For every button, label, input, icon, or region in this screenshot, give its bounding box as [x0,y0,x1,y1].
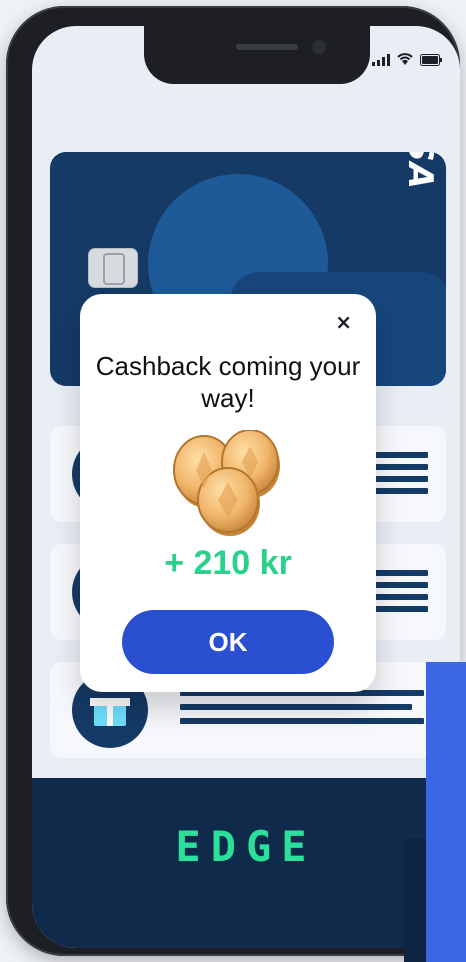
status-bar [372,52,442,66]
text-line [180,704,412,710]
background-accent [426,662,466,962]
cashback-amount: + 210 kr [164,544,292,582]
front-camera [312,40,326,54]
card-chip-icon [88,248,138,288]
app-footer: EDGE [32,778,460,948]
background-shadow [404,838,426,962]
list-item-text-lines [368,452,428,500]
list-item-text-lines [368,570,428,618]
cashback-modal: × Cashback coming your way! + 210 kr OK [80,294,376,692]
coins-icon [173,430,280,536]
notch [144,26,370,84]
gift-icon [90,690,130,728]
speaker [236,44,298,50]
battery-icon [420,54,442,66]
ok-button[interactable]: OK [122,610,334,674]
modal-title: Cashback coming your way! [95,351,361,413]
edge-logo: EDGE [175,822,317,871]
cellular-signal-icon [372,54,390,66]
wifi-icon [396,52,414,66]
card-brand: VISA [400,152,440,190]
close-button[interactable]: × [335,310,352,334]
text-line [180,718,424,724]
